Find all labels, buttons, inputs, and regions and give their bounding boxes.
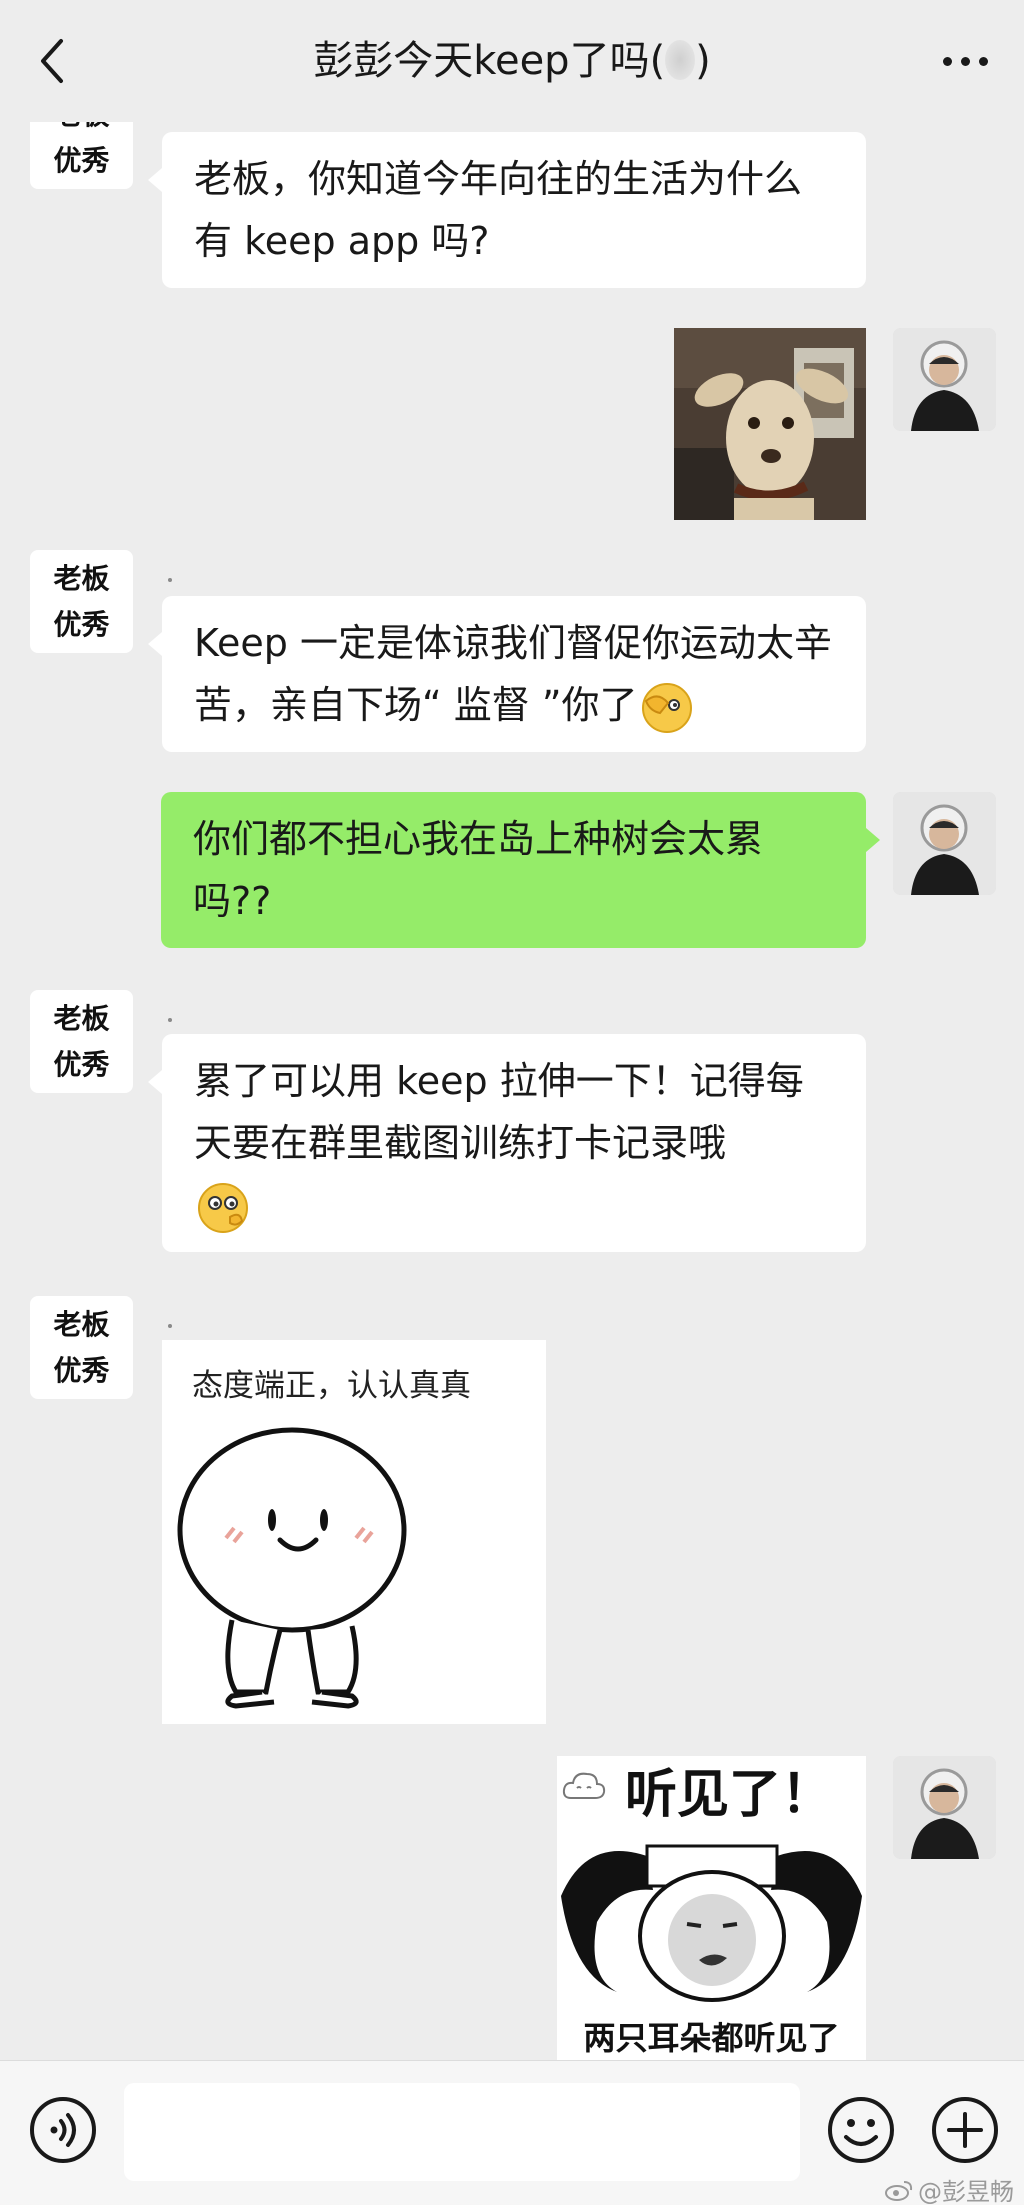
chat-title-suffix: ): [695, 38, 711, 84]
chat-header: 彭彭今天keep了吗(): [0, 0, 1024, 122]
message-bubble-received[interactable]: Keep 一定是体谅我们督促你运动太辛苦，亲自下场“ 监督 ”你了: [148, 596, 866, 752]
message-list[interactable]: 老板 优秀 老板，你知道今年向往的生活为什么有 keep app 吗?: [0, 122, 1024, 2060]
person-avatar-icon: [893, 328, 996, 431]
chevron-left-icon: [41, 39, 63, 83]
sticker-sent[interactable]: 听见了！ 两只耳朵都听见了: [557, 1756, 866, 2060]
avatar-text-line1: 老板: [53, 122, 109, 138]
avatar-text-line2: 优秀: [53, 143, 110, 177]
avatar-text-line1: 老板: [53, 1001, 110, 1035]
avatar-text-line1: 老板: [53, 561, 110, 595]
more-functions-button[interactable]: [930, 2095, 1000, 2165]
emoji-button[interactable]: [826, 2095, 896, 2165]
contact-avatar[interactable]: 老板 优秀: [30, 122, 133, 189]
message-input[interactable]: [124, 2083, 800, 2181]
message-bubble-sent[interactable]: 你们都不担心我在岛上种树会太累吗??: [161, 792, 880, 948]
message-text: 累了可以用 keep 拉伸一下！记得每天要在群里截图训练打卡记录哦: [194, 1059, 804, 1165]
message-bubble-received[interactable]: 老板，你知道今年向往的生活为什么有 keep app 吗?: [148, 132, 866, 288]
avatar-text-line2: 优秀: [53, 1047, 110, 1081]
contact-avatar[interactable]: 老板 优秀: [30, 550, 133, 653]
more-dot-icon: [978, 56, 988, 66]
my-avatar[interactable]: [893, 792, 996, 895]
weibo-watermark: @彭昱畅: [884, 2172, 1014, 2205]
sender-name-dot: [168, 1324, 172, 1328]
chat-title-text: 彭彭今天keep了吗(: [313, 38, 666, 84]
more-dot-icon: [960, 56, 970, 66]
more-dot-icon: [942, 56, 952, 66]
back-button[interactable]: [22, 28, 82, 94]
voice-button[interactable]: [28, 2095, 98, 2165]
dog-photo-image[interactable]: [674, 328, 866, 520]
contact-avatar[interactable]: 老板 优秀: [30, 1296, 133, 1399]
sender-name-dot: [168, 1018, 172, 1022]
more-options-button[interactable]: [930, 30, 1000, 92]
my-avatar[interactable]: [893, 1756, 996, 1859]
avatar-text-line2: 优秀: [53, 607, 110, 641]
smiling-blob-icon: [177, 1427, 407, 1709]
my-avatar[interactable]: [893, 328, 996, 431]
person-avatar-icon: [893, 792, 996, 895]
watermark-text: @彭昱畅: [918, 2178, 1014, 2205]
message-bubble-received[interactable]: 累了可以用 keep 拉伸一下！记得每天要在群里截图训练打卡记录哦: [148, 1034, 866, 1252]
avatar-text-line1: 老板: [53, 1307, 110, 1341]
message-text: Keep 一定是体谅我们督促你运动太辛苦，亲自下场“ 监督 ”你了: [194, 621, 832, 727]
avatar-text-line2: 优秀: [53, 1353, 110, 1387]
sticker-heading: 听见了！: [625, 1765, 834, 1825]
facepalm-emoji-icon: [641, 682, 692, 733]
blurred-emoji-icon: [665, 40, 696, 80]
sender-name-dot: [168, 578, 172, 582]
sticker-caption: 两只耳朵都听见了: [583, 2019, 840, 2057]
contact-avatar[interactable]: 老板 优秀: [30, 990, 133, 1093]
thinking-emoji-icon: [198, 1182, 248, 1233]
dog-photo-icon: [674, 328, 866, 520]
chat-title: 彭彭今天keep了吗(): [200, 30, 824, 92]
sticker-caption: 态度端正，认认真真: [192, 1368, 471, 1404]
message-text: 老板，你知道今年向往的生活为什么有 keep app 吗?: [194, 157, 803, 263]
cloud-icon: [562, 1772, 606, 1799]
smiley-icon: [828, 2097, 894, 2163]
voice-icon: [30, 2097, 96, 2163]
plus-icon: [932, 2097, 998, 2163]
person-avatar-icon: [893, 1756, 996, 1859]
sticker-received[interactable]: 态度端正，认认真真: [162, 1340, 546, 1724]
weibo-logo-icon: [885, 2180, 913, 2201]
message-text: 你们都不担心我在岛上种树会太累吗??: [193, 817, 764, 923]
input-bar: [0, 2060, 1024, 2205]
panda-meme-icon: [561, 1844, 862, 2002]
